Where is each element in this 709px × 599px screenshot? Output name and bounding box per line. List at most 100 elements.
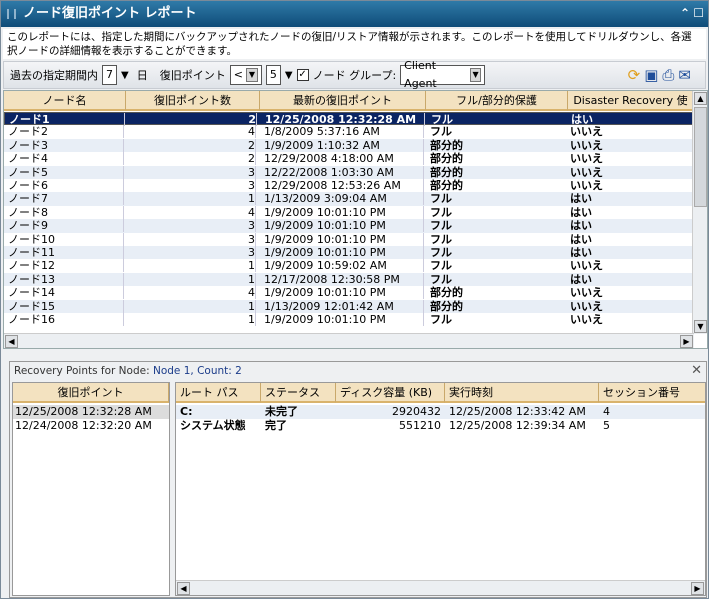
table-cell: ノード6 — [8, 179, 124, 192]
table-cell: いいえ — [570, 125, 603, 139]
refresh-icon[interactable]: ⟳ — [628, 66, 641, 84]
column-header[interactable]: ノード名 — [4, 91, 126, 111]
scroll-left-icon[interactable]: ◀ — [5, 335, 18, 348]
table-cell: 12/17/2008 12:30:58 PM — [264, 272, 424, 286]
chevron-down-icon[interactable]: ▼ — [245, 68, 258, 82]
detail-cell: システム状態 — [180, 419, 246, 432]
detail-cell: C: — [180, 405, 193, 418]
table-cell: 1 — [128, 313, 256, 326]
detail-column-header[interactable]: ステータス — [261, 383, 336, 403]
detail-column-header[interactable]: 実行時刻 — [445, 383, 599, 403]
node-group-value: Client Agent — [404, 59, 437, 90]
table-cell: 3 — [128, 179, 256, 192]
recovery-point-item[interactable]: 12/25/2008 12:32:28 AM — [13, 405, 169, 419]
table-row[interactable]: ノード8 4 1/9/2009 10:01:10 PM フル はい — [4, 205, 694, 219]
maximize-icon[interactable]: ☐ — [693, 6, 704, 20]
detail-cell: 551210 — [399, 419, 441, 432]
table-cell: 2 — [128, 138, 256, 152]
scroll-down-icon[interactable]: ▼ — [694, 320, 707, 333]
period-dropdown-icon[interactable]: ▼ — [121, 70, 129, 81]
scroll-up-icon[interactable]: ▲ — [694, 92, 707, 105]
chevron-down-icon[interactable]: ▼ — [469, 68, 482, 82]
table-row[interactable]: ノード2 4 1/8/2009 5:37:16 AM フル いいえ — [4, 125, 694, 139]
detail-column-header[interactable]: セッション番号 — [599, 383, 705, 403]
detail-cell: 2920432 — [392, 405, 441, 418]
collapse-icon[interactable]: ⌃ — [680, 6, 690, 20]
table-cell: 3 — [128, 246, 256, 259]
column-header[interactable]: 最新の復旧ポイント — [260, 91, 426, 111]
save-icon[interactable]: ▣ — [644, 66, 658, 84]
scroll-right-icon[interactable]: ▶ — [691, 582, 704, 595]
panel-label: Recovery Points for Node: — [14, 365, 150, 377]
detail-row[interactable]: システム状態 完了 551210 12/25/2008 12:39:34 AM 5 — [176, 419, 705, 433]
table-cell: いいえ — [570, 138, 603, 152]
panel-header: Recovery Points for Node: Node 1, Count:… — [14, 365, 242, 377]
table-row[interactable]: ノード10 3 1/9/2009 10:01:10 PM フル はい — [4, 232, 694, 246]
vertical-scrollbar[interactable]: ▲ ▼ — [692, 91, 707, 334]
detail-column-header[interactable]: ディスク容量 (KB) — [336, 383, 445, 403]
table-row[interactable]: ノード14 4 1/9/2009 10:01:10 PM 部分的 いいえ — [4, 286, 694, 300]
table-cell: 12/22/2008 1:03:30 AM — [264, 165, 424, 179]
table-row[interactable]: ノード11 3 1/9/2009 10:01:10 PM フル はい — [4, 246, 694, 260]
table-row[interactable]: ノード1 2 12/25/2008 12:32:28 AM フル はい — [4, 112, 694, 126]
table-row[interactable]: ノード16 1 1/9/2009 10:01:10 PM フル いいえ — [4, 313, 694, 326]
column-header[interactable]: Disaster Recovery 使用 — [568, 91, 694, 126]
table-cell: ノード4 — [8, 152, 124, 166]
column-header[interactable]: フル/部分的保護 — [426, 91, 568, 111]
table-cell: 1/9/2009 10:01:10 PM — [264, 219, 424, 233]
table-cell: 部分的 — [430, 286, 463, 300]
table-cell: フル — [430, 259, 452, 273]
horizontal-scrollbar[interactable]: ◀ ▶ — [4, 333, 694, 348]
table-cell: 1/9/2009 10:01:10 PM — [264, 313, 424, 326]
table-cell: 部分的 — [430, 165, 463, 179]
rp-dropdown-icon[interactable]: ▼ — [285, 70, 293, 81]
scroll-left-icon[interactable]: ◀ — [177, 582, 190, 595]
table-row[interactable]: ノード12 1 1/9/2009 10:59:02 AM フル いいえ — [4, 259, 694, 273]
table-cell: フル — [430, 246, 452, 259]
table-cell: いいえ — [570, 299, 603, 313]
detail-column-header[interactable]: ルート パス — [176, 383, 261, 403]
table-cell: ノード7 — [8, 192, 124, 206]
table-row[interactable]: ノード7 1 1/13/2009 3:09:04 AM フル はい — [4, 192, 694, 206]
table-row[interactable]: ノード6 3 12/29/2008 12:53:26 AM 部分的 いいえ — [4, 179, 694, 192]
detail-cell: 未完了 — [265, 405, 298, 418]
table-cell: いいえ — [570, 286, 603, 300]
node-group-checkbox[interactable]: ✓ — [296, 69, 309, 81]
table-cell: ノード10 — [8, 232, 124, 246]
table-row[interactable]: ノード13 1 12/17/2008 12:30:58 PM フル はい — [4, 272, 694, 287]
detail-horizontal-scrollbar[interactable]: ◀ ▶ — [176, 580, 705, 595]
recovery-point-list: 復旧ポイント 12/25/2008 12:32:28 AM 12/24/2008 … — [12, 382, 170, 596]
scroll-right-icon[interactable]: ▶ — [680, 335, 693, 348]
drag-grip-icon[interactable] — [7, 9, 16, 19]
column-header[interactable]: 復旧ポイント数 — [126, 91, 260, 111]
table-row[interactable]: ノード4 2 12/29/2008 4:18:00 AM 部分的 いいえ — [4, 152, 694, 166]
recovery-point-input[interactable]: 5 — [265, 65, 281, 85]
period-label: 過去の指定期間内 — [10, 69, 98, 82]
table-cell: フル — [430, 272, 452, 286]
period-input[interactable]: 7 — [102, 65, 117, 85]
print-icon[interactable]: ⎙ — [662, 66, 674, 84]
detail-row[interactable]: C: 未完了 2920432 12/25/2008 12:33:42 AM 4 — [176, 405, 705, 419]
table-cell: 12/25/2008 12:32:28 AM — [265, 113, 425, 126]
table-row[interactable]: ノード3 2 1/9/2009 1:10:32 AM 部分的 いいえ — [4, 138, 694, 153]
table-row[interactable]: ノード5 3 12/22/2008 1:03:30 AM 部分的 いいえ — [4, 165, 694, 179]
table-row[interactable]: ノード15 1 1/13/2009 12:01:42 AM 部分的 いいえ — [4, 299, 694, 313]
table-cell: フル — [430, 232, 452, 246]
table-cell: いいえ — [570, 313, 603, 326]
table-row[interactable]: ノード9 3 1/9/2009 10:01:10 PM フル はい — [4, 219, 694, 233]
table-cell: 12/29/2008 12:53:26 AM — [264, 179, 424, 192]
scroll-thumb[interactable] — [694, 107, 707, 207]
node-group-select[interactable]: Client Agent ▼ — [400, 59, 486, 90]
table-cell: ノード14 — [8, 286, 124, 300]
table-cell: 4 — [128, 205, 256, 219]
close-icon[interactable]: ✕ — [691, 363, 702, 378]
recovery-point-item[interactable]: 12/24/2008 12:32:20 AM — [13, 419, 169, 433]
table-cell: はい — [570, 219, 592, 233]
table-cell: はい — [570, 246, 592, 259]
filter-toolbar: 過去の指定期間内 7 ▼ 日 復旧ポイント < ▼ 5 ▼ ✓ ノード グループ:… — [3, 59, 706, 90]
table-cell: 部分的 — [430, 138, 463, 152]
table-cell: 部分的 — [430, 179, 463, 192]
email-icon[interactable]: ✉ — [678, 66, 691, 84]
table-cell: ノード16 — [8, 313, 124, 326]
operator-select[interactable]: < ▼ — [229, 65, 262, 85]
